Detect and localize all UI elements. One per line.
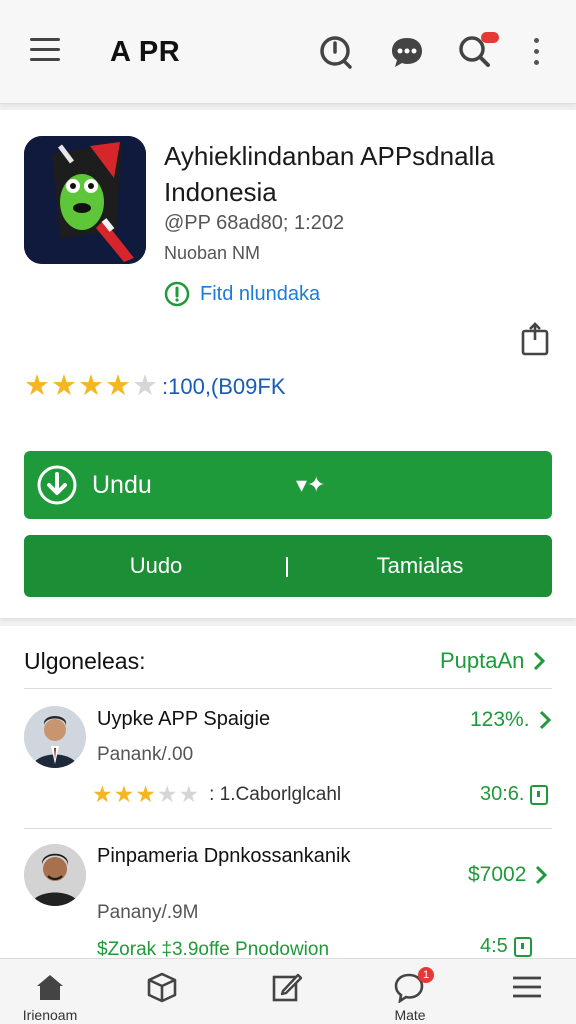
app-meta-version: @PP 68ad80; 1:202 bbox=[164, 212, 345, 234]
verified-check-icon bbox=[164, 281, 190, 307]
rating-count: :100,(B09FK bbox=[162, 373, 286, 399]
divider bbox=[24, 828, 552, 829]
app-rating: ★ ★ ★ ★ ★ :100,(B09FK bbox=[24, 372, 286, 401]
list-item-value-text: 123%. bbox=[470, 708, 530, 731]
star-filled-icon: ★ bbox=[78, 370, 104, 402]
notification-badge bbox=[481, 32, 499, 43]
chevron-right-icon bbox=[536, 865, 548, 885]
list-item-secondary-value[interactable]: 30:6. bbox=[480, 783, 549, 806]
info-square-icon bbox=[530, 784, 549, 805]
list-item-subtitle: Panany/.9M bbox=[97, 902, 199, 923]
rating-stars: ★ ★ ★ ★ ★ bbox=[92, 783, 199, 806]
box-icon bbox=[147, 972, 177, 1003]
install-button-label: Undu bbox=[92, 470, 152, 499]
home-icon bbox=[37, 975, 63, 1000]
list-item-title[interactable]: Uypke APP Spaigie bbox=[97, 706, 270, 733]
list-item-title[interactable]: Pinpameria Dpnkossankanik bbox=[97, 843, 437, 870]
chat-icon[interactable] bbox=[389, 34, 425, 70]
star-filled-icon: ★ bbox=[92, 781, 113, 807]
list-item-value[interactable]: $7002 bbox=[468, 863, 548, 887]
app-name: Ayhieklindanban APPsdnalla Indonesia bbox=[164, 141, 495, 207]
app-bar-title: A PR bbox=[110, 36, 181, 68]
menu-lines-icon bbox=[513, 976, 541, 998]
nav-edit[interactable] bbox=[238, 959, 338, 1024]
verified-label: Fitd nlundaka bbox=[200, 282, 321, 305]
list-item-subtitle: Panank/.00 bbox=[97, 744, 194, 765]
app-detail-card: Ayhieklindanban APPsdnalla Indonesia @PP… bbox=[0, 110, 576, 618]
star-filled-icon: ★ bbox=[135, 781, 156, 807]
history-icon[interactable] bbox=[318, 34, 354, 70]
nav-menu[interactable] bbox=[478, 959, 576, 1024]
star-empty-icon: ★ bbox=[132, 370, 158, 402]
share-icon[interactable] bbox=[520, 322, 550, 356]
star-filled-icon: ★ bbox=[113, 781, 135, 807]
list-item-secondary-text: 4:5 bbox=[480, 935, 508, 957]
avatar bbox=[24, 706, 86, 768]
star-empty-icon: ★ bbox=[156, 781, 178, 807]
open-button[interactable]: Uudo bbox=[24, 535, 288, 597]
more-vert-icon[interactable] bbox=[534, 38, 542, 68]
list-item-value-text: $7002 bbox=[468, 863, 527, 886]
app-icon bbox=[24, 136, 146, 264]
see-more-link[interactable]: PuptaAn bbox=[440, 648, 546, 674]
list-item-extra: $Zorak ‡3.9offe Pnodowion bbox=[97, 939, 330, 958]
list-item-rating-text: : 1.Caborlglcahl bbox=[209, 783, 342, 805]
menu-icon[interactable] bbox=[30, 38, 64, 68]
nav-box[interactable] bbox=[113, 959, 213, 1024]
install-button[interactable]: Undu ▾✦ bbox=[24, 451, 552, 519]
nav-messages[interactable]: 1 Mate bbox=[360, 959, 460, 1024]
download-circle-icon bbox=[37, 465, 77, 505]
app-meta-publisher: Nuoban NM bbox=[164, 243, 261, 263]
search-icon[interactable] bbox=[457, 32, 499, 70]
list-item-rating: ★ ★ ★ ★ ★ : 1.Caborlglcahl bbox=[92, 783, 341, 806]
install-button-extra: ▾✦ bbox=[296, 472, 326, 497]
list-item-secondary-text: 30:6. bbox=[480, 783, 525, 805]
chevron-right-icon bbox=[539, 710, 551, 730]
edit-icon bbox=[272, 973, 303, 1002]
messages-badge: 1 bbox=[418, 967, 434, 983]
star-empty-icon: ★ bbox=[178, 781, 200, 807]
top-app-bar: A PR bbox=[0, 0, 576, 104]
list-item-value[interactable]: 123%. bbox=[470, 708, 552, 732]
bottom-navigation: Irienoam 1 Mate bbox=[0, 958, 576, 1024]
divider bbox=[24, 688, 552, 689]
nav-messages-label: Mate bbox=[394, 1007, 426, 1023]
rating-stars: ★ ★ ★ ★ ★ bbox=[24, 372, 158, 401]
details-button[interactable]: Tamialas bbox=[288, 535, 552, 597]
star-filled-icon: ★ bbox=[105, 370, 131, 402]
avatar bbox=[24, 844, 86, 906]
nav-home-label: Irienoam bbox=[22, 1007, 78, 1023]
list-item-secondary-value[interactable]: 4:5 bbox=[480, 935, 532, 958]
suggestions-title: Ulgoneleas: bbox=[24, 648, 146, 674]
secondary-actions: Uudo Tamialas bbox=[24, 535, 552, 597]
see-more-label: PuptaAn bbox=[440, 648, 525, 673]
star-filled-icon: ★ bbox=[24, 370, 50, 402]
nav-home[interactable]: Irienoam bbox=[0, 959, 100, 1024]
info-square-icon bbox=[513, 936, 532, 957]
verified-link[interactable]: Fitd nlundaka bbox=[164, 281, 320, 307]
chevron-right-icon bbox=[534, 651, 546, 671]
star-filled-icon: ★ bbox=[51, 370, 77, 402]
suggestions-section: Ulgoneleas: PuptaAn Uypke APP Spaigie Pa… bbox=[0, 626, 576, 958]
